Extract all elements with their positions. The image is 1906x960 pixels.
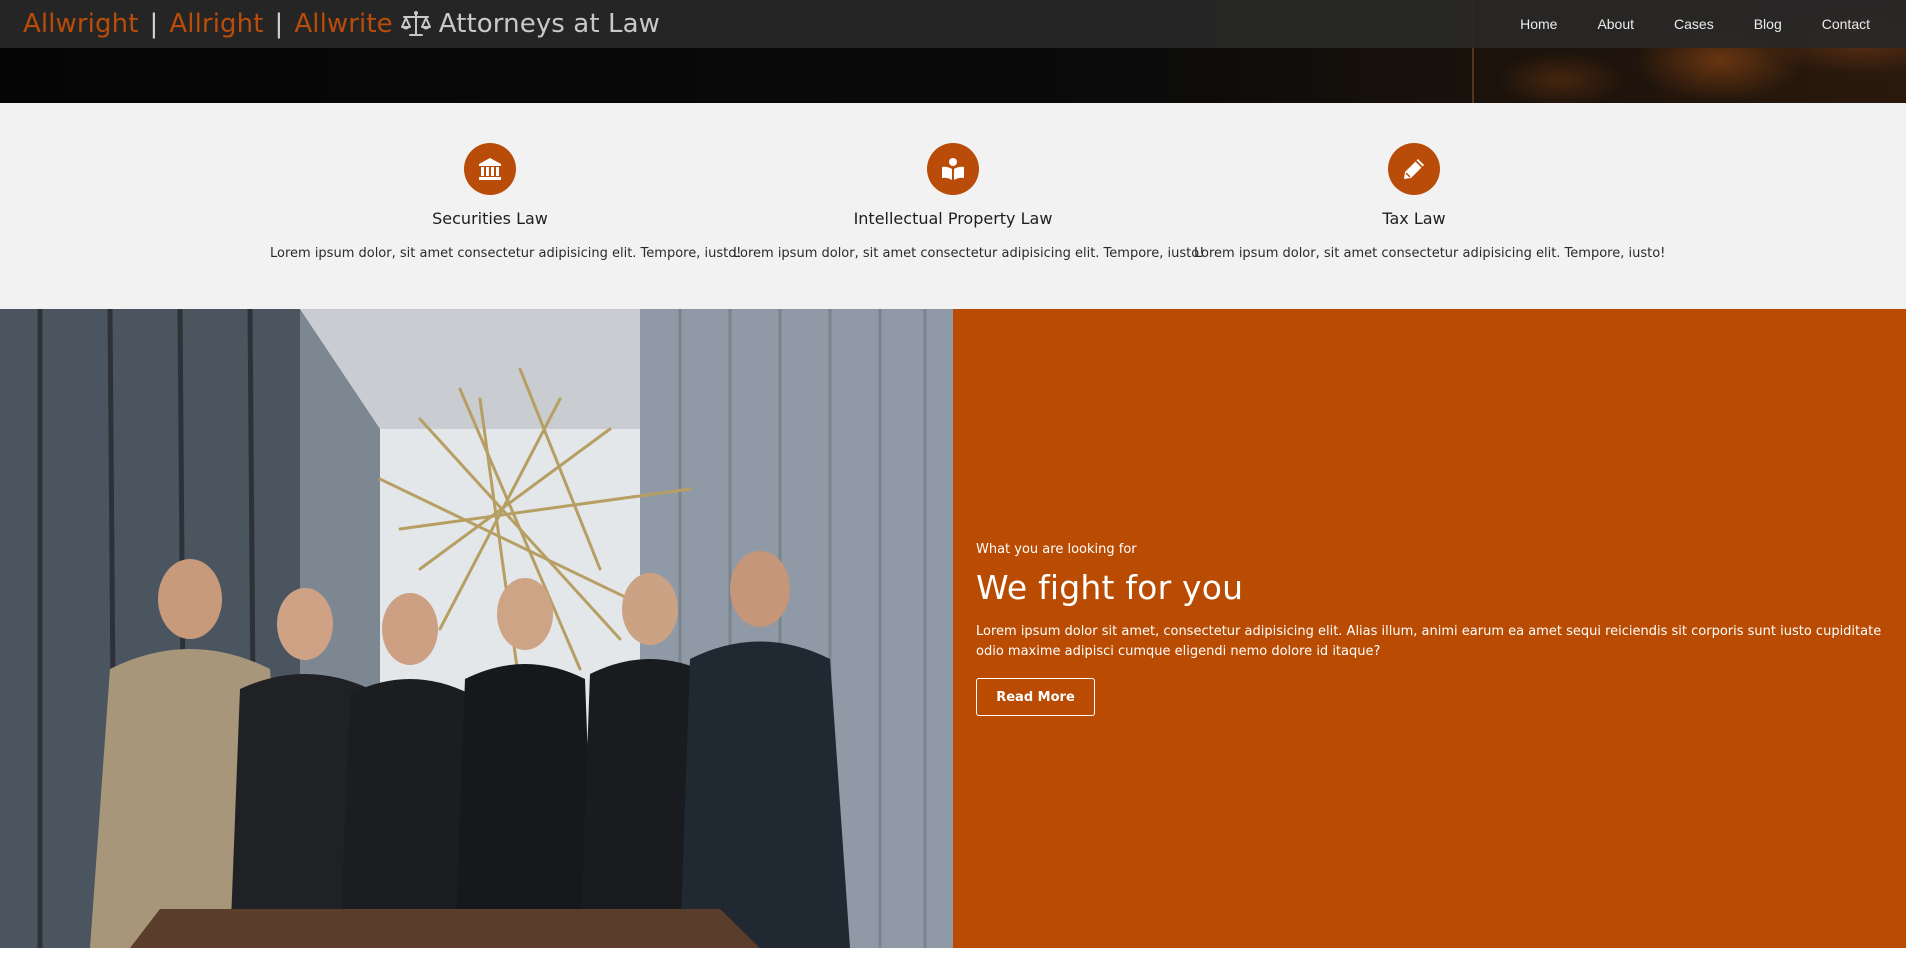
service-card-tax: Tax Law Lorem ipsum dolor, sit amet cons… [1194, 103, 1666, 261]
nav-menu: Home About Cases Blog Contact [1480, 16, 1870, 32]
brand-part-3: Allwrite [294, 9, 393, 39]
nav-home-link[interactable]: Home [1520, 16, 1557, 32]
service-title: Securities Law [432, 209, 548, 228]
promo-headline: We fight for you [976, 568, 1244, 607]
service-title: Tax Law [1382, 209, 1446, 228]
brand-logo[interactable]: Allwright | Allright | Allwrite Attorney… [23, 9, 660, 39]
service-description: Lorem ipsum dolor, sit amet consectetur … [733, 246, 1205, 261]
brand-tagline: Attorneys at Law [438, 9, 660, 39]
feature-section: What you are looking for We fight for yo… [0, 309, 1906, 948]
nav-cases-link[interactable]: Cases [1674, 16, 1714, 32]
navbar: Allwright | Allright | Allwrite Attorney… [0, 0, 1906, 48]
balance-scale-icon [400, 10, 432, 38]
service-description: Lorem ipsum dolor, sit amet consectetur … [1194, 246, 1666, 261]
services-section: Securities Law Lorem ipsum dolor, sit am… [0, 103, 1906, 309]
service-card-intellectual-property: Intellectual Property Law Lorem ipsum do… [733, 103, 1205, 261]
service-card-securities: Securities Law Lorem ipsum dolor, sit am… [270, 103, 742, 261]
nav-contact-link[interactable]: Contact [1822, 16, 1870, 32]
nav-blog-link[interactable]: Blog [1754, 16, 1782, 32]
promo-panel: What you are looking for We fight for yo… [953, 309, 1906, 948]
brand-part-1: Allwright [23, 9, 139, 39]
promo-body: Lorem ipsum dolor sit amet, consectetur … [976, 624, 1882, 659]
book-reader-icon [927, 143, 979, 195]
brand-separator: | [149, 9, 159, 39]
brand-part-2: Allright [169, 9, 264, 39]
service-description: Lorem ipsum dolor, sit amet consectetur … [270, 246, 742, 261]
brand-separator: | [274, 9, 284, 39]
nav-about-link[interactable]: About [1597, 16, 1634, 32]
read-more-button[interactable]: Read More [976, 678, 1095, 716]
bank-icon [464, 143, 516, 195]
team-photo [0, 309, 953, 948]
service-title: Intellectual Property Law [853, 209, 1053, 228]
pencil-icon [1388, 143, 1440, 195]
promo-eyebrow: What you are looking for [976, 542, 1137, 557]
